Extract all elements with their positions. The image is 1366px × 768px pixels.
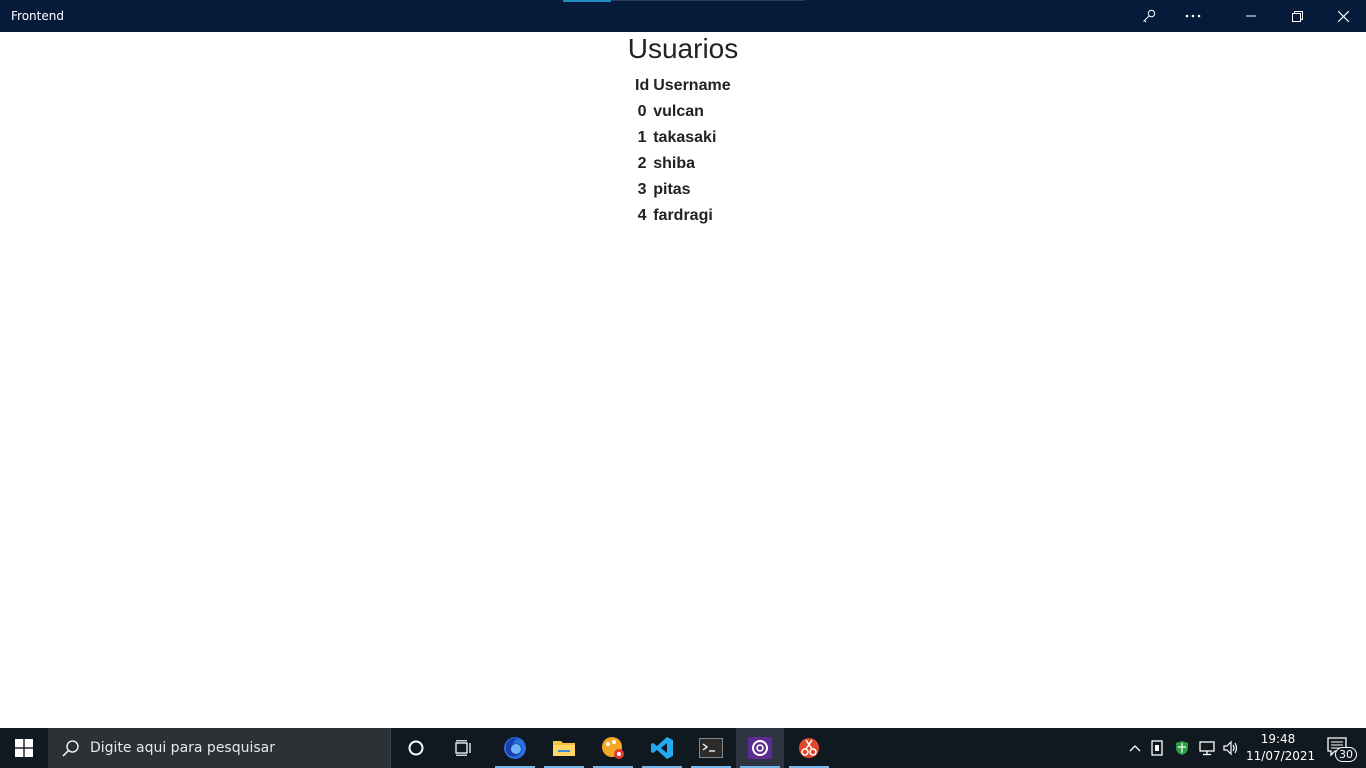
- speaker-icon: [1223, 740, 1238, 756]
- vscode-icon: [651, 737, 673, 759]
- tray-network-button[interactable]: [1196, 728, 1218, 768]
- start-button[interactable]: [0, 728, 48, 768]
- taskbar-app-terminal[interactable]: [687, 728, 735, 768]
- tray-device-button[interactable]: [1147, 728, 1167, 768]
- taskbar-app-file-explorer[interactable]: [540, 728, 588, 768]
- table-header-row: Id Username: [634, 73, 732, 99]
- minimize-button[interactable]: [1228, 0, 1274, 32]
- shield-icon: [1176, 741, 1188, 755]
- chevron-up-icon: [1129, 745, 1141, 752]
- action-center-button[interactable]: 30: [1318, 728, 1360, 768]
- app-content: Usuarios Id Username 0 vulcan 1 takasaki…: [0, 32, 1366, 728]
- device-icon: [1151, 740, 1163, 756]
- page-title: Usuarios: [627, 33, 739, 64]
- search-icon: [62, 740, 79, 757]
- column-header-id: Id: [635, 77, 650, 94]
- tab-indicator: [563, 0, 611, 2]
- show-hidden-icons-button[interactable]: [1125, 728, 1145, 768]
- cortana-button[interactable]: [392, 728, 440, 768]
- user-id-cell: 4: [637, 207, 647, 224]
- terminal-icon: [699, 738, 723, 758]
- taskbar-app-paint[interactable]: [589, 728, 637, 768]
- taskbar-clock[interactable]: 19:48 11/07/2021: [1246, 731, 1316, 765]
- table-row: 1 takasaki: [634, 125, 732, 151]
- tray-volume-button[interactable]: [1220, 728, 1242, 768]
- file-explorer-icon: [553, 741, 575, 756]
- users-table: Id Username 0 vulcan 1 takasaki 2 shiba …: [632, 73, 734, 229]
- taskbar-app-frontend[interactable]: [736, 728, 784, 768]
- firefox-icon: [504, 737, 526, 759]
- table-row: 4 fardragi: [634, 203, 732, 229]
- user-id-cell: 2: [637, 155, 647, 172]
- window-title: Frontend: [11, 9, 64, 23]
- username-cell: pitas: [653, 181, 691, 198]
- tray-security-button[interactable]: [1172, 728, 1192, 768]
- search-placeholder: Digite aqui para pesquisar: [90, 740, 276, 756]
- taskbar: Digite aqui para pesquisar 19:48 11/07/2…: [0, 728, 1366, 768]
- title-bar: Frontend: [0, 0, 1366, 32]
- close-button[interactable]: [1320, 0, 1366, 32]
- taskbar-app-snipping[interactable]: [785, 728, 833, 768]
- table-row: 2 shiba: [634, 151, 732, 177]
- taskbar-search-box[interactable]: Digite aqui para pesquisar: [48, 728, 391, 768]
- snipping-tool-icon: [799, 738, 819, 758]
- network-icon: [1199, 741, 1215, 756]
- table-row: 0 vulcan: [634, 99, 732, 125]
- table-row: 3 pitas: [634, 177, 732, 203]
- more-options-icon[interactable]: [1170, 0, 1216, 32]
- clock-date: 11/07/2021: [1246, 749, 1316, 763]
- devtools-key-icon[interactable]: [1126, 0, 1172, 32]
- windows-logo-icon: [15, 739, 33, 757]
- user-id-cell: 1: [637, 129, 647, 146]
- user-id-cell: 0: [637, 103, 647, 120]
- cortana-circle-icon: [408, 740, 424, 756]
- notification-count-badge: 30: [1335, 747, 1357, 762]
- column-header-username: Username: [653, 77, 731, 94]
- username-cell: takasaki: [653, 129, 717, 146]
- taskbar-app-vscode[interactable]: [638, 728, 686, 768]
- tab-strip: [611, 0, 805, 1]
- username-cell: fardragi: [653, 207, 713, 224]
- username-cell: vulcan: [653, 103, 704, 120]
- paint-app-icon: [602, 737, 624, 759]
- clock-time: 19:48: [1260, 732, 1296, 746]
- task-view-icon: [455, 740, 471, 756]
- blazor-app-icon: [748, 737, 772, 759]
- taskbar-app-firefox[interactable]: [491, 728, 539, 768]
- task-view-button[interactable]: [440, 728, 488, 768]
- user-id-cell: 3: [637, 181, 647, 198]
- restore-button[interactable]: [1274, 0, 1320, 32]
- username-cell: shiba: [653, 155, 696, 172]
